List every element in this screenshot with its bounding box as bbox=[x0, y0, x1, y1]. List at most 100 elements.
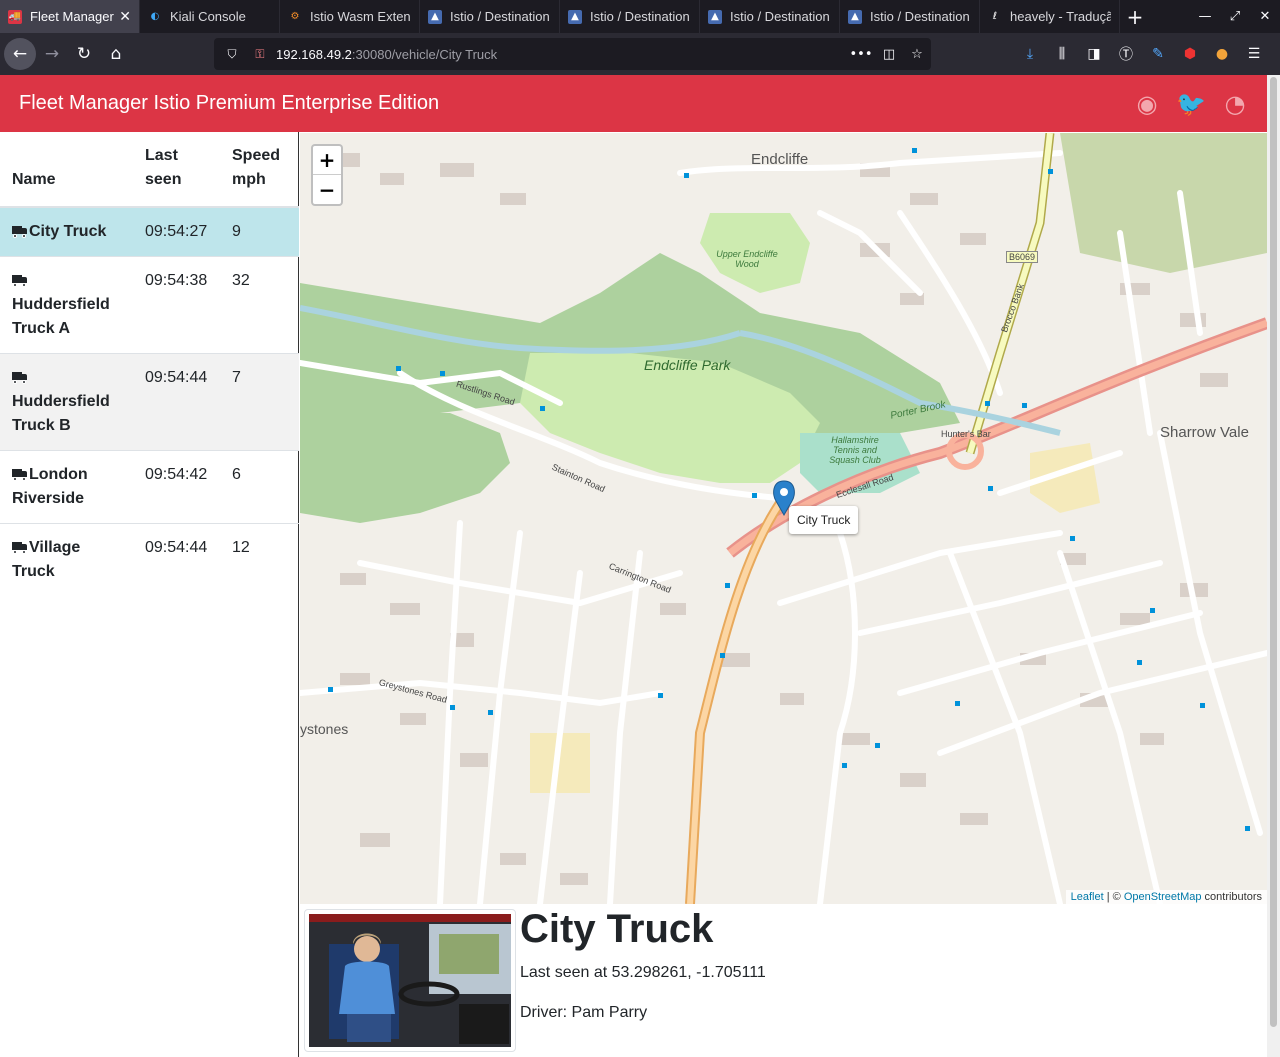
truck-icon bbox=[12, 274, 28, 287]
column-header-speed: Speed mph bbox=[220, 132, 299, 208]
column-header-name: Name bbox=[0, 132, 133, 208]
istio-icon: ▲ bbox=[428, 9, 442, 24]
github-icon[interactable]: ◉ bbox=[1125, 90, 1169, 118]
map-label-upper-endcliffe-wood: Upper Endcliffe Wood bbox=[716, 249, 778, 269]
vehicle-speed: 9 bbox=[220, 206, 299, 257]
vehicle-name[interactable]: Huddersfield Truck A bbox=[12, 296, 110, 337]
close-tab-icon[interactable]: ✕ bbox=[119, 9, 131, 25]
zoom-in-button[interactable]: + bbox=[313, 146, 341, 175]
column-header-last-seen: Last seen bbox=[133, 132, 220, 208]
tab-label: Istio / Destination bbox=[590, 9, 690, 24]
vehicle-name-cell[interactable]: London Riverside bbox=[0, 450, 133, 524]
app-header: Fleet Manager Istio Premium Enterprise E… bbox=[0, 75, 1267, 132]
vehicle-driver: Driver: Pam Parry bbox=[520, 1004, 648, 1021]
truck-icon bbox=[12, 468, 28, 481]
map-label-sharrow-vale: Sharrow Vale bbox=[1160, 424, 1249, 441]
url-path: :30080/vehicle/City Truck bbox=[351, 46, 498, 62]
vehicle-name-cell[interactable]: Huddersfield Truck B bbox=[0, 353, 133, 451]
vehicle-name-cell[interactable]: Huddersfield Truck A bbox=[0, 256, 133, 354]
zoom-control: + − bbox=[311, 144, 343, 206]
scrollbar-thumb[interactable] bbox=[1270, 77, 1277, 1027]
sidebar-icon[interactable]: ◨ bbox=[1078, 46, 1110, 62]
tab-fleet-manager[interactable]: 🚚 Fleet Manager ✕ bbox=[0, 0, 140, 33]
tab-kiali-console[interactable]: ◐ Kiali Console bbox=[140, 0, 280, 33]
rss-icon[interactable]: ◔ bbox=[1213, 90, 1257, 118]
vehicle-last-seen: 09:54:38 bbox=[133, 256, 220, 354]
map-label-hallamshire: Hallamshire Tennis and Squash Club bbox=[829, 435, 881, 465]
pocket-icon[interactable]: ◫ bbox=[875, 47, 903, 62]
minimize-icon[interactable]: — bbox=[1190, 9, 1220, 24]
downloads-icon[interactable]: ⤓ bbox=[1014, 46, 1046, 62]
browser-nav-bar: ← → ↻ ⌂ ⛉ ⚿ 192.168.49.2:30080/vehicle/C… bbox=[0, 33, 1280, 75]
url-bar[interactable]: ⛉ ⚿ 192.168.49.2:30080/vehicle/City Truc… bbox=[214, 38, 931, 70]
back-button[interactable]: ← bbox=[4, 38, 36, 70]
map-view[interactable]: Endcliffe Endcliffe Park Sharrow Vale Po… bbox=[300, 133, 1267, 904]
vehicle-speed: 12 bbox=[220, 523, 299, 596]
tab-istio-wasm[interactable]: ⚙ Istio Wasm Exten bbox=[280, 0, 420, 33]
vehicle-last-seen: 09:54:44 bbox=[133, 353, 220, 451]
istio-icon: ▲ bbox=[848, 9, 862, 24]
tab-label: Istio / Destination bbox=[870, 9, 970, 24]
vehicle-detail-panel: City Truck Last seen at 53.298261, -1.70… bbox=[300, 905, 1267, 1057]
tab-istio-destination-2[interactable]: ▲ Istio / Destination bbox=[560, 0, 700, 33]
table-row[interactable]: London Riverside 09:54:42 6 bbox=[0, 450, 299, 524]
map-tiles[interactable] bbox=[300, 133, 1267, 904]
map-label-greystones: ystones bbox=[300, 721, 349, 737]
vehicle-name[interactable]: City Truck bbox=[29, 223, 106, 240]
vehicle-table: Name Last seen Speed mph City Truck 09:5… bbox=[0, 132, 299, 596]
tab-istio-destination-3[interactable]: ▲ Istio / Destination bbox=[700, 0, 840, 33]
ublock-extension-icon[interactable]: ⬢ bbox=[1174, 46, 1206, 62]
page-scrollbar[interactable] bbox=[1267, 75, 1280, 1057]
forward-button[interactable]: → bbox=[36, 38, 68, 70]
tools-extension-icon[interactable]: ✎ bbox=[1142, 46, 1174, 62]
cookie-extension-icon[interactable]: ● bbox=[1206, 46, 1238, 62]
app-title[interactable]: Fleet Manager Istio Premium Enterprise E… bbox=[19, 92, 439, 115]
tab-label: heavely - Tradução bbox=[1010, 9, 1111, 24]
vehicle-name-cell[interactable]: Village Truck bbox=[0, 523, 133, 596]
istio-icon: ▲ bbox=[708, 9, 722, 24]
shield-icon[interactable]: ⛉ bbox=[222, 47, 242, 62]
gear-icon: ⚙ bbox=[290, 11, 300, 22]
new-tab-button[interactable]: + bbox=[1120, 0, 1150, 33]
library-icon[interactable]: ⫼ bbox=[1046, 46, 1078, 62]
zoom-out-button[interactable]: − bbox=[313, 175, 341, 204]
vehicle-speed: 32 bbox=[220, 256, 299, 354]
tab-istio-destination-1[interactable]: ▲ Istio / Destination bbox=[420, 0, 560, 33]
close-window-icon[interactable]: ✕ bbox=[1250, 9, 1280, 24]
driver-photo-image bbox=[309, 914, 511, 1047]
reload-button[interactable]: ↻ bbox=[68, 38, 100, 70]
vehicle-last-seen: 09:54:44 bbox=[133, 523, 220, 596]
vehicle-name-cell[interactable]: City Truck bbox=[0, 206, 133, 257]
tab-label: Istio / Destination bbox=[730, 9, 830, 24]
leaflet-link[interactable]: Leaflet bbox=[1071, 891, 1104, 903]
truck-icon: 🚚 bbox=[8, 9, 22, 24]
dictionary-icon: ℓ bbox=[992, 11, 998, 22]
twitter-icon[interactable]: 🐦 bbox=[1169, 90, 1213, 118]
table-row[interactable]: Huddersfield Truck B 09:54:44 7 bbox=[0, 353, 299, 451]
tab-label: Fleet Manager bbox=[30, 9, 114, 24]
attribution-separator: | © bbox=[1103, 891, 1124, 903]
map-attribution: Leaflet | © OpenStreetMap contributors bbox=[1065, 890, 1267, 904]
vehicle-last-seen: 09:54:42 bbox=[133, 450, 220, 524]
tab-heavely[interactable]: ℓ heavely - Tradução bbox=[980, 0, 1120, 33]
table-row[interactable]: City Truck 09:54:27 9 bbox=[0, 206, 299, 257]
restore-icon[interactable]: ⤢ bbox=[1220, 9, 1250, 24]
bookmark-star-icon[interactable]: ☆ bbox=[903, 47, 931, 62]
insecure-lock-icon[interactable]: ⚿ bbox=[250, 47, 270, 62]
table-row[interactable]: Huddersfield Truck A 09:54:38 32 bbox=[0, 256, 299, 354]
openstreetmap-link[interactable]: OpenStreetMap bbox=[1124, 891, 1202, 903]
page-actions-icon[interactable]: ••• bbox=[847, 47, 875, 62]
home-button[interactable]: ⌂ bbox=[100, 38, 132, 70]
table-header-row: Name Last seen Speed mph bbox=[0, 132, 299, 208]
truck-icon bbox=[12, 371, 28, 384]
attribution-suffix: contributors bbox=[1201, 891, 1262, 903]
vehicle-title: City Truck bbox=[520, 907, 714, 951]
tab-label: Istio / Destination bbox=[450, 9, 550, 24]
menu-icon[interactable]: ☰ bbox=[1238, 46, 1270, 62]
table-row[interactable]: Village Truck 09:54:44 12 bbox=[0, 523, 299, 596]
map-label-b6069: B6069 bbox=[1006, 251, 1039, 263]
tab-istio-destination-4[interactable]: ▲ Istio / Destination bbox=[840, 0, 980, 33]
vehicle-name[interactable]: Huddersfield Truck B bbox=[12, 393, 110, 434]
url-host: 192.168.49.2 bbox=[276, 46, 352, 62]
translate-extension-icon[interactable]: Ⓣ bbox=[1110, 44, 1142, 64]
